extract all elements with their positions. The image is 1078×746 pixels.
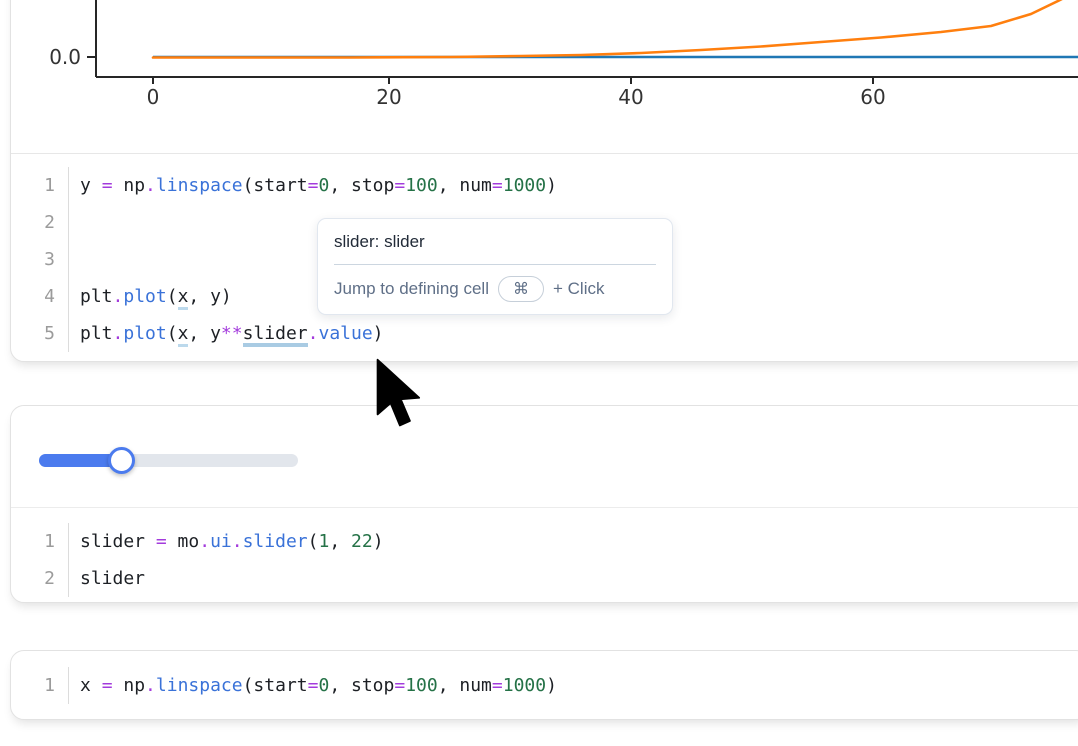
svg-text:40: 40 [618,85,643,109]
tooltip-title: slider: slider [334,232,656,264]
line-number: 1 [11,175,68,196]
line-number: 5 [11,323,68,344]
matplotlib-figure: 0.0 0 20 40 60 [11,0,1078,154]
svg-text:0: 0 [147,85,160,109]
line-number: 1 [11,675,68,696]
cell-x: 1x = np.linspace(start=0, stop=100, num=… [10,650,1078,720]
cell-plot-output: 0.0 0 20 40 60 [11,0,1078,154]
svg-text:0.0: 0.0 [49,45,81,69]
cell-slider-output [11,406,1078,508]
code-editor-x[interactable]: 1x = np.linspace(start=0, stop=100, num=… [11,651,1078,714]
code-line: 1y = np.linspace(start=0, stop=100, num=… [11,167,1078,204]
reactive-ref[interactable]: x [178,286,189,310]
slider-handle[interactable] [108,447,135,474]
reactive-ref[interactable]: x [178,323,189,347]
code-line: 5plt.plot(x, y**slider.value) [11,315,1078,352]
line-number: 1 [11,531,68,552]
cmd-key-badge: ⌘ [498,276,544,302]
code-line: 1slider = mo.ui.slider(1, 22) [11,523,1078,560]
code-line: 1x = np.linspace(start=0, stop=100, num=… [11,667,1078,704]
variable-tooltip: slider: slider Jump to defining cell ⌘ +… [317,218,673,315]
svg-text:60: 60 [860,85,885,109]
line-number: 3 [11,249,68,270]
code-editor-slider[interactable]: 1slider = mo.ui.slider(1, 22)2slider [11,508,1078,607]
svg-text:20: 20 [376,85,401,109]
tooltip-action-label: Jump to defining cell [334,279,489,299]
slider[interactable] [39,447,298,473]
notebook-canvas: { "app": { "kind": "marimo reactive note… [0,0,1078,746]
code-line: 2slider [11,560,1078,597]
reactive-ref[interactable]: slider [243,323,308,347]
gutter-divider [68,241,69,278]
gutter-divider [68,204,69,241]
line-number: 4 [11,286,68,307]
line-number: 2 [11,212,68,233]
tooltip-click-suffix: + Click [553,279,604,299]
cell-slider: 1slider = mo.ui.slider(1, 22)2slider [10,405,1078,603]
line-number: 2 [11,568,68,589]
